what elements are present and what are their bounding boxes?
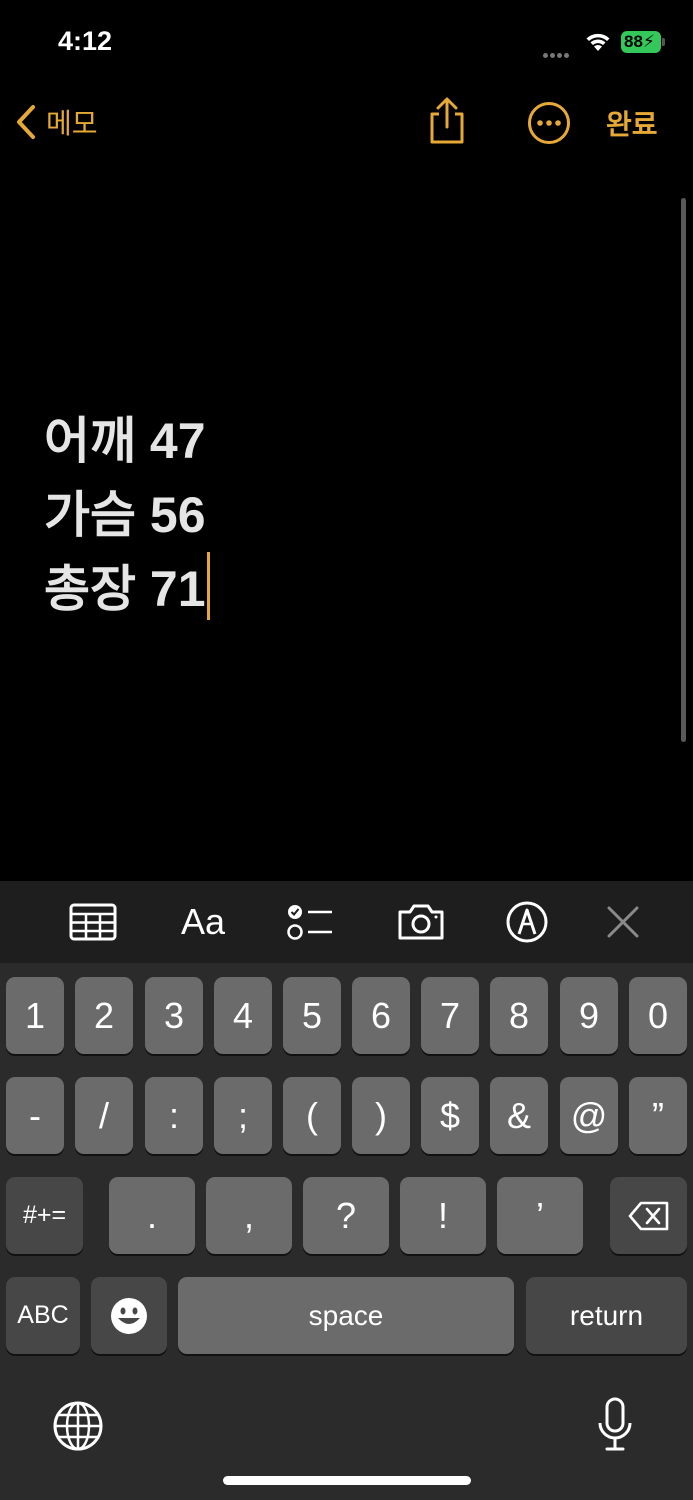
digit-key[interactable]: 3 (145, 977, 203, 1054)
markup-pen-icon (506, 901, 548, 943)
symbol-key[interactable]: ) (352, 1077, 410, 1154)
battery-tip (662, 38, 665, 46)
emoji-key[interactable] (91, 1277, 167, 1354)
battery-indicator: 88⚡ (621, 31, 661, 53)
digit-key[interactable]: 9 (560, 977, 618, 1054)
table-button[interactable] (62, 881, 124, 963)
dismiss-keyboard-button[interactable] (602, 881, 644, 963)
note-body[interactable]: 어깨 47 가슴 56 총장 71 (44, 404, 210, 626)
symbol-key[interactable]: ( (283, 1077, 341, 1154)
ellipsis-circle-icon (528, 102, 570, 144)
symbol-key[interactable]: @ (560, 1077, 618, 1154)
symbol-key[interactable]: / (75, 1077, 133, 1154)
note-line: 어깨 47 (44, 413, 206, 469)
symbol-key[interactable]: : (145, 1077, 203, 1154)
digit-key[interactable]: 6 (352, 977, 410, 1054)
wifi-icon (584, 30, 612, 57)
dictation-button[interactable] (596, 1397, 634, 1458)
symbol-key[interactable]: ; (214, 1077, 272, 1154)
more-button[interactable] (526, 100, 572, 146)
emoji-icon (111, 1297, 147, 1334)
keyboard-toolbar: Aa (0, 881, 693, 963)
close-icon (607, 906, 639, 938)
return-key[interactable]: return (526, 1277, 687, 1354)
scrollbar[interactable] (681, 198, 686, 742)
symbol-key[interactable]: $ (421, 1077, 479, 1154)
chevron-left-icon (17, 105, 35, 139)
space-key[interactable]: space (178, 1277, 514, 1354)
digit-key[interactable]: 5 (283, 977, 341, 1054)
checklist-icon (287, 905, 332, 940)
punctuation-key[interactable]: ’ (497, 1177, 583, 1254)
globe-button[interactable] (52, 1400, 104, 1457)
backspace-icon (628, 1201, 668, 1230)
digit-key[interactable]: 4 (214, 977, 272, 1054)
format-button[interactable]: Aa (170, 881, 236, 963)
digit-key[interactable]: 7 (421, 977, 479, 1054)
home-indicator[interactable] (223, 1476, 471, 1485)
note-line: 가슴 56 (44, 487, 206, 543)
camera-button[interactable] (392, 881, 450, 963)
globe-icon (53, 1401, 103, 1451)
note-line: 총장 71 (44, 561, 206, 617)
punctuation-key[interactable]: . (109, 1177, 195, 1254)
done-button[interactable]: 완료 (606, 103, 658, 143)
share-icon (430, 97, 464, 144)
back-label: 메모 (46, 108, 98, 139)
digit-key[interactable]: 0 (629, 977, 687, 1054)
punctuation-key[interactable]: , (206, 1177, 292, 1254)
microphone-icon (598, 1397, 632, 1451)
status-time: 4:12 (58, 26, 113, 56)
digit-key[interactable]: 8 (490, 977, 548, 1054)
punctuation-key[interactable]: ! (400, 1177, 486, 1254)
back-button[interactable]: 메모 (14, 100, 98, 144)
punctuation-key[interactable]: ? (303, 1177, 389, 1254)
digit-key[interactable]: 1 (6, 977, 64, 1054)
abc-key[interactable]: ABC (6, 1277, 80, 1354)
cellular-signal-icon (543, 45, 577, 58)
camera-icon (398, 904, 444, 940)
checklist-button[interactable] (282, 881, 338, 963)
symbol-key[interactable]: ” (629, 1077, 687, 1154)
digit-key[interactable]: 2 (75, 977, 133, 1054)
delete-key[interactable] (610, 1177, 687, 1254)
keyboard: #+= ABC space return 1 2 3 4 5 6 7 8 9 0 - /:;() $ & @… (0, 963, 693, 1500)
table-icon (69, 903, 117, 941)
symbol-key[interactable]: - (6, 1077, 64, 1154)
symbol-key[interactable]: & (490, 1077, 548, 1154)
markup-button[interactable] (502, 881, 552, 963)
share-button[interactable] (426, 96, 468, 146)
text-cursor (206, 552, 210, 620)
symbols-key[interactable]: #+= (6, 1177, 83, 1254)
